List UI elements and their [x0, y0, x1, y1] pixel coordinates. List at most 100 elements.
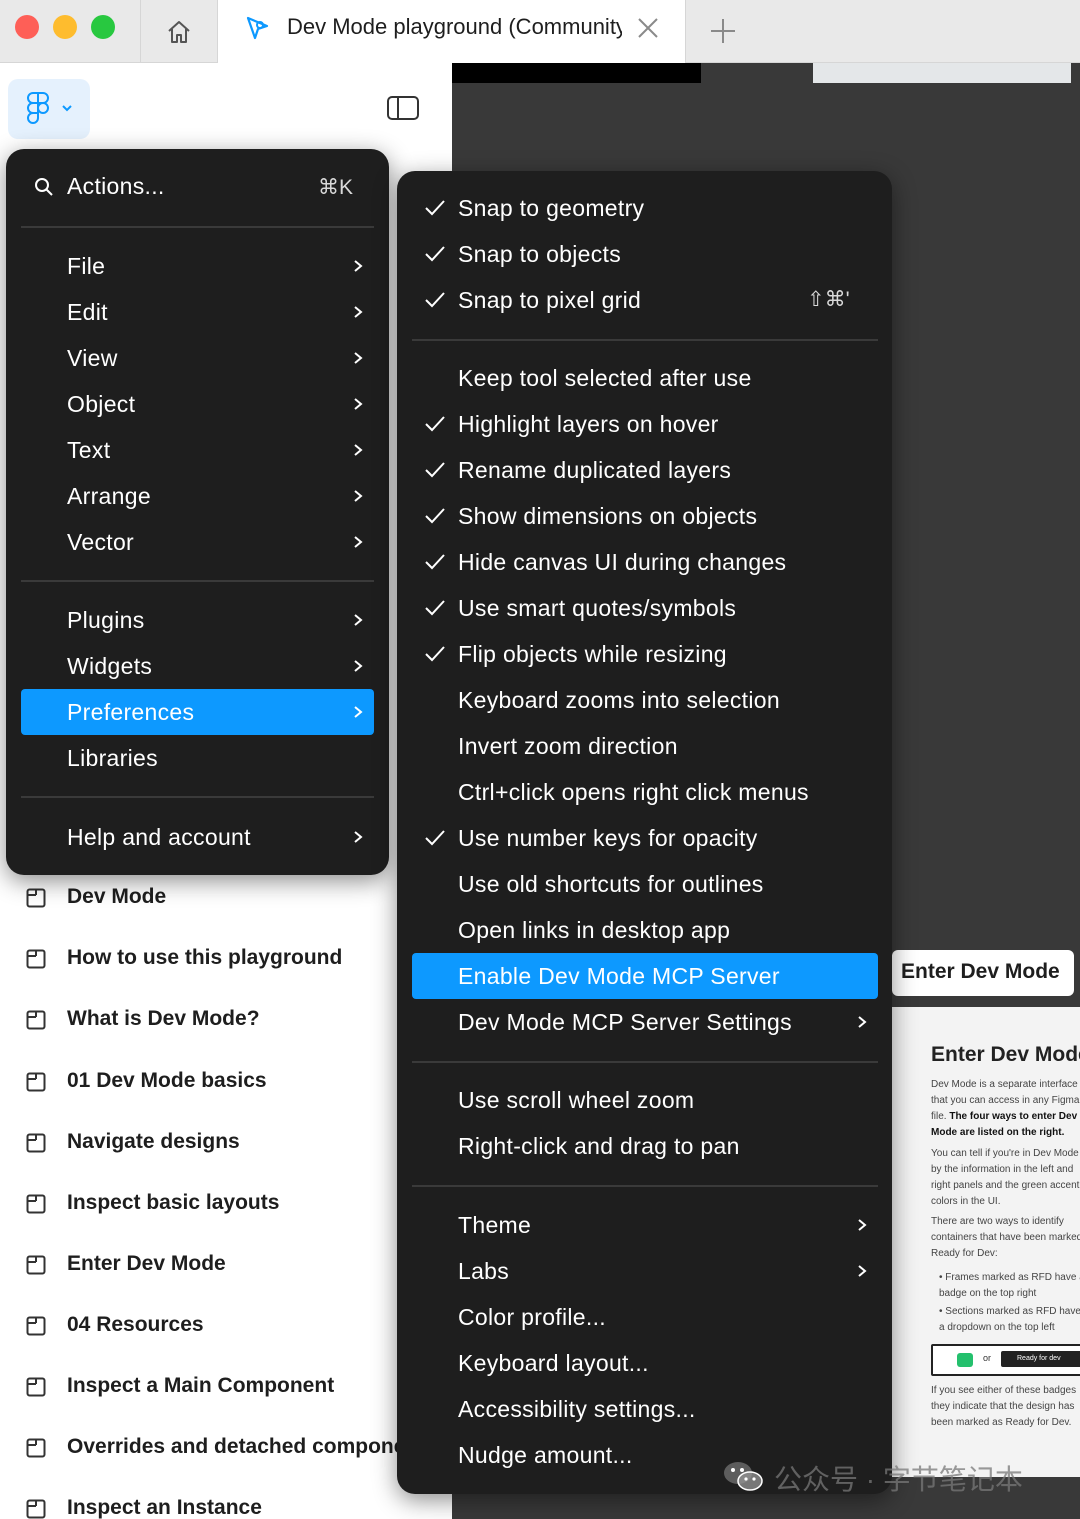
- pref-old-shortcuts-outlines[interactable]: Use old shortcuts for outlines: [412, 861, 878, 907]
- chevron-right-icon: [354, 536, 363, 548]
- pref-keyboard-layout[interactable]: Keyboard layout...: [412, 1340, 878, 1386]
- menu-item-help-and-account[interactable]: Help and account: [21, 814, 374, 860]
- actions-search-label[interactable]: Actions...: [67, 173, 165, 200]
- close-tab-icon[interactable]: [634, 14, 662, 42]
- ready-for-dev-badge: Ready for dev: [1001, 1351, 1080, 1367]
- chevron-right-icon: [354, 660, 363, 672]
- pref-open-links-desktop[interactable]: Open links in desktop app: [412, 907, 878, 953]
- menu-item-label: Plugins: [67, 607, 145, 633]
- menu-item-label: Libraries: [67, 745, 158, 771]
- toggle-sidebar-icon[interactable]: [386, 95, 420, 121]
- pref-dev-mode-mcp-settings[interactable]: Dev Mode MCP Server Settings: [412, 999, 878, 1045]
- page-item[interactable]: Navigate designs: [0, 1124, 452, 1164]
- page-item[interactable]: How to use this playground: [0, 940, 452, 980]
- pref-keep-tool-selected[interactable]: Keep tool selected after use: [412, 355, 878, 401]
- page-label: Inspect an Instance: [67, 1496, 262, 1519]
- home-tab[interactable]: [140, 0, 218, 63]
- frame-name-chip[interactable]: Enter Dev Mode: [892, 950, 1074, 996]
- pref-right-click-pan[interactable]: Right-click and drag to pan: [412, 1123, 878, 1169]
- or-label: or: [983, 1353, 992, 1363]
- main-menu-button[interactable]: [8, 79, 90, 139]
- checkmark-icon: [425, 462, 445, 478]
- pref-color-profile[interactable]: Color profile...: [412, 1294, 878, 1340]
- menu-item-view[interactable]: View: [21, 335, 374, 381]
- checkmark-icon: [425, 646, 445, 662]
- checkmark-icon: [425, 554, 445, 570]
- page-label: How to use this playground: [67, 946, 343, 969]
- menu-divider: [412, 1061, 878, 1063]
- menu-item-preferences[interactable]: Preferences: [21, 689, 374, 735]
- menu-item-arrange[interactable]: Arrange: [21, 473, 374, 519]
- menu-item-edit[interactable]: Edit: [21, 289, 374, 335]
- pref-hide-canvas-ui[interactable]: Hide canvas UI during changes: [412, 539, 878, 585]
- checkmark-icon: [425, 246, 445, 262]
- pref-keyboard-zooms[interactable]: Keyboard zooms into selection: [412, 677, 878, 723]
- menu-item-object[interactable]: Object: [21, 381, 374, 427]
- new-tab-plus-icon[interactable]: [706, 14, 740, 48]
- page-item[interactable]: Enter Dev Mode: [0, 1246, 452, 1286]
- pref-labs[interactable]: Labs: [412, 1248, 878, 1294]
- page-item[interactable]: 01 Dev Mode basics: [0, 1063, 452, 1103]
- pref-theme[interactable]: Theme: [412, 1202, 878, 1248]
- frame-list-item-text: Sections marked as RFD have a dropdown o…: [939, 1306, 1080, 1333]
- menu-item-widgets[interactable]: Widgets: [21, 643, 374, 689]
- pref-show-dimensions[interactable]: Show dimensions on objects: [412, 493, 878, 539]
- menu-item-label: Dev Mode MCP Server Settings: [458, 1009, 792, 1035]
- pref-invert-zoom[interactable]: Invert zoom direction: [412, 723, 878, 769]
- page-label: 04 Resources: [67, 1313, 204, 1336]
- page-item[interactable]: Inspect an Instance: [0, 1490, 452, 1519]
- main-menu: Actions... ⌘K File Edit View Object Text…: [6, 149, 389, 875]
- watermark-text: 公众号 · 字节笔记本: [774, 1464, 1023, 1495]
- pref-flip-objects[interactable]: Flip objects while resizing: [412, 631, 878, 677]
- pref-snap-to-objects[interactable]: Snap to objects: [412, 231, 878, 277]
- page-label: Inspect basic layouts: [67, 1191, 280, 1214]
- frame-icon: [26, 1316, 46, 1336]
- pref-highlight-layers[interactable]: Highlight layers on hover: [412, 401, 878, 447]
- chevron-right-icon: [354, 260, 363, 272]
- pref-number-keys-opacity[interactable]: Use number keys for opacity: [412, 815, 878, 861]
- frame-heading: Enter Dev Mode: [931, 1043, 1080, 1066]
- menu-item-vector[interactable]: Vector: [21, 519, 374, 565]
- menu-item-label: Rename duplicated layers: [458, 457, 732, 483]
- page-item[interactable]: Inspect a Main Component: [0, 1368, 452, 1408]
- menu-item-libraries[interactable]: Libraries: [21, 735, 374, 781]
- chevron-right-icon: [858, 1016, 867, 1028]
- checkmark-icon: [425, 830, 445, 846]
- minimize-window-button[interactable]: [53, 15, 77, 39]
- frame-list-item-text: Frames marked as RFD have a badge on the…: [939, 1272, 1080, 1299]
- tab-title: Dev Mode playground (Community): [287, 14, 622, 39]
- pref-accessibility-settings[interactable]: Accessibility settings...: [412, 1386, 878, 1432]
- menu-item-text[interactable]: Text: [21, 427, 374, 473]
- page-item[interactable]: Overrides and detached components: [0, 1429, 452, 1469]
- menu-item-label: Hide canvas UI during changes: [458, 549, 787, 575]
- chevron-right-icon: [354, 444, 363, 456]
- page-label: Overrides and detached components: [67, 1435, 437, 1458]
- pref-scroll-wheel-zoom[interactable]: Use scroll wheel zoom: [412, 1077, 878, 1123]
- pref-smart-quotes[interactable]: Use smart quotes/symbols: [412, 585, 878, 631]
- pref-snap-to-pixel-grid[interactable]: Snap to pixel grid ⇧⌘': [412, 277, 878, 323]
- close-window-button[interactable]: [15, 15, 39, 39]
- chevron-right-icon: [354, 706, 363, 718]
- pref-snap-to-geometry[interactable]: Snap to geometry: [412, 185, 878, 231]
- frame-name-label: Enter Dev Mode: [901, 960, 1060, 983]
- frame-paragraph: There are two ways to identify container…: [931, 1216, 1080, 1259]
- enter-dev-mode-frame[interactable]: Enter Dev Mode Dev Mode is a separate in…: [892, 1007, 1080, 1477]
- zoom-window-button[interactable]: [91, 15, 115, 39]
- menu-divider: [412, 339, 878, 341]
- menu-item-file[interactable]: File: [21, 243, 374, 289]
- page-item[interactable]: What is Dev Mode?: [0, 1001, 452, 1041]
- pref-rename-duplicated[interactable]: Rename duplicated layers: [412, 447, 878, 493]
- page-item[interactable]: 04 Resources: [0, 1307, 452, 1347]
- pref-enable-dev-mode-mcp[interactable]: Enable Dev Mode MCP Server: [412, 953, 878, 999]
- page-item[interactable]: Dev Mode: [0, 879, 452, 919]
- tab-dev-mode-playground[interactable]: Dev Mode playground (Community): [218, 0, 686, 63]
- menu-item-plugins[interactable]: Plugins: [21, 597, 374, 643]
- page-label: Navigate designs: [67, 1130, 240, 1153]
- menu-item-label: Ctrl+click opens right click menus: [458, 779, 809, 805]
- menu-item-label: Keep tool selected after use: [458, 365, 752, 391]
- menu-item-label: Use smart quotes/symbols: [458, 595, 737, 621]
- pref-ctrl-click-menus[interactable]: Ctrl+click opens right click menus: [412, 769, 878, 815]
- checkmark-icon: [425, 600, 445, 616]
- page-item[interactable]: Inspect basic layouts: [0, 1185, 452, 1225]
- checkmark-icon: [425, 292, 445, 308]
